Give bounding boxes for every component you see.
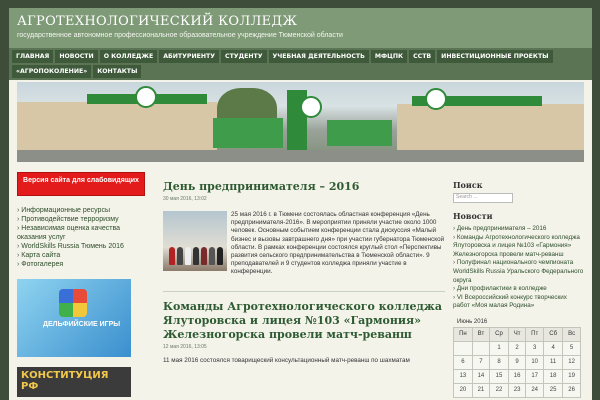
news-link[interactable]: День предпринимателя – 2016 [453, 225, 585, 234]
calendar-day-header: Чт [507, 326, 527, 342]
nav-item[interactable]: НОВОСТИ [55, 50, 98, 63]
calendar-day-header: Пт [525, 326, 545, 342]
post: День предпринимателя – 2016 30 мая 2016,… [163, 180, 445, 292]
nav-item[interactable]: О КОЛЛЕДЖЕ [99, 50, 158, 63]
site-header: АГРОТЕХНОЛОГИЧЕСКИЙ КОЛЛЕДЖ государствен… [9, 8, 592, 48]
news-link[interactable]: Дни профилактики в колледже [453, 285, 585, 294]
calendar-day: 9 [507, 354, 527, 370]
banner-image [17, 82, 584, 162]
post-text: 25 мая 2016 г. в Тюмени состоялась облас… [231, 211, 445, 276]
sidebar-link[interactable]: Информационные ресурсы [17, 206, 147, 215]
sidebar-links: Информационные ресурсыПротиводействие те… [17, 206, 147, 269]
nav-item[interactable]: ССТВ [409, 50, 436, 63]
delphic-games-banner[interactable]: ДЕЛЬФИЙСКИЕ ИГРЫ [17, 279, 131, 357]
calendar-day: 2 [507, 340, 527, 356]
calendar-day: 16 [507, 368, 527, 384]
calendar-day: 26 [562, 382, 581, 398]
calendar-day: 5 [562, 340, 581, 356]
calendar-table: Пн Вт Ср Чт Пт Сб Вс 1 2 3 4 5 6 7 8 9 10 11 12 13 14 15 16 17 1… [453, 326, 581, 398]
nav-item[interactable]: «АГРОПОКОЛЕНИЕ» [12, 65, 92, 78]
nav-item[interactable]: ИНВЕСТИЦИОННЫЕ ПРОЕКТЫ [437, 50, 553, 63]
calendar-day: 17 [525, 368, 545, 384]
calendar-day: 11 [543, 354, 564, 370]
calendar-day: 22 [489, 382, 509, 398]
calendar-day: 24 [525, 382, 545, 398]
calendar-day [453, 340, 473, 356]
post-text: 11 мая 2016 состоялся товарищеский консу… [163, 356, 410, 364]
calendar-day-header: Ср [489, 326, 509, 342]
calendar-day: 20 [453, 382, 473, 398]
left-sidebar: Версия сайта для слабовидящих Информацио… [17, 172, 147, 397]
post-body: 25 мая 2016 г. в Тюмени состоялась облас… [163, 211, 445, 277]
calendar-day-header: Вс [562, 326, 581, 342]
news-link[interactable]: VI Всероссийский конкурс творческих рабо… [453, 294, 585, 311]
nav-item[interactable]: УЧЕБНАЯ ДЕЯТЕЛЬНОСТЬ [268, 50, 369, 63]
sidebar-link[interactable]: Карта сайта [17, 251, 147, 260]
calendar-day: 25 [543, 382, 564, 398]
post-date: 30 мая 2016, 13:02 [163, 196, 207, 202]
calendar-day: 23 [507, 382, 527, 398]
calendar-day: 4 [543, 340, 564, 356]
calendar-day [471, 340, 491, 356]
news-link[interactable]: Команды Агротехнологического колледжа Ял… [453, 234, 585, 260]
calendar-day: 8 [489, 354, 509, 370]
calendar-day: 15 [489, 368, 509, 384]
calendar-day: 3 [525, 340, 545, 356]
news-link[interactable]: Полуфинал национального чемпионата World… [453, 259, 585, 285]
news-list: День предпринимателя – 2016Команды Агрот… [453, 225, 585, 311]
search-input[interactable]: Search ... [453, 193, 513, 203]
calendar-day-header: Вт [471, 326, 491, 342]
post-title[interactable]: Команды Агротехнологического колледжа Ял… [163, 300, 445, 342]
constitution-banner[interactable]: КОНСТИТУЦИЯ РФ [17, 367, 131, 397]
delphic-games-label: ДЕЛЬФИЙСКИЕ ИГРЫ [43, 321, 121, 328]
sidebar-link[interactable]: Независимая оценка качества оказания усл… [17, 224, 147, 242]
page: АГРОТЕХНОЛОГИЧЕСКИЙ КОЛЛЕДЖ государствен… [9, 8, 592, 400]
sidebar-link[interactable]: WorldSkills Russia Тюмень 2016 [17, 242, 147, 251]
post: Команды Агротехнологического колледжа Ял… [163, 300, 445, 365]
calendar-caption: Июнь 2016 [457, 318, 488, 325]
accessibility-version-button[interactable]: Версия сайта для слабовидящих [17, 172, 145, 196]
calendar-day: 6 [453, 354, 473, 370]
calendar-day: 12 [562, 354, 581, 370]
main-nav: ГЛАВНАЯ НОВОСТИ О КОЛЛЕДЖЕ АБИТУРИЕНТУ СТУДЕ… [9, 48, 592, 80]
post-date: 12 мая 2016, 13:05 [163, 343, 207, 350]
right-sidebar: Поиск Search ... Новости День предприним… [453, 180, 585, 398]
main-content: День предпринимателя – 2016 30 мая 2016,… [163, 172, 445, 365]
post-title[interactable]: День предпринимателя – 2016 [163, 180, 445, 194]
sidebar-link[interactable]: Фотогалерея [17, 260, 147, 269]
calendar-day: 14 [471, 368, 491, 384]
news-title: Новости [453, 211, 493, 221]
sidebar-link[interactable]: Противодействие терроризму [17, 215, 147, 224]
calendar-day: 7 [471, 354, 491, 370]
divider [163, 290, 445, 292]
nav-item[interactable]: АБИТУРИЕНТУ [159, 50, 220, 63]
site-description: государственное автономное профессиональ… [17, 32, 343, 39]
calendar: Июнь 2016 Пн Вт Ср Чт Пт Сб Вс 1 2 3 4 5 6 7 8 9 10 11 12 1… [453, 319, 585, 398]
site-title[interactable]: АГРОТЕХНОЛОГИЧЕСКИЙ КОЛЛЕДЖ [17, 14, 592, 29]
search-title: Поиск [453, 180, 483, 190]
calendar-day: 1 [489, 340, 509, 356]
post-photo[interactable] [163, 211, 227, 271]
calendar-day: 13 [453, 368, 473, 384]
calendar-day-header: Пн [453, 326, 473, 342]
nav-item[interactable]: СТУДЕНТУ [221, 50, 267, 63]
nav-item[interactable]: МФЦПК [370, 50, 408, 63]
calendar-day: 21 [471, 382, 491, 398]
calendar-day: 18 [543, 368, 564, 384]
nav-item[interactable]: КОНТАКТЫ [93, 65, 142, 78]
nav-item[interactable]: ГЛАВНАЯ [12, 50, 54, 63]
calendar-day: 19 [562, 368, 581, 384]
puzzle-icon [59, 289, 87, 317]
calendar-day: 10 [525, 354, 545, 370]
calendar-day-header: Сб [543, 326, 564, 342]
